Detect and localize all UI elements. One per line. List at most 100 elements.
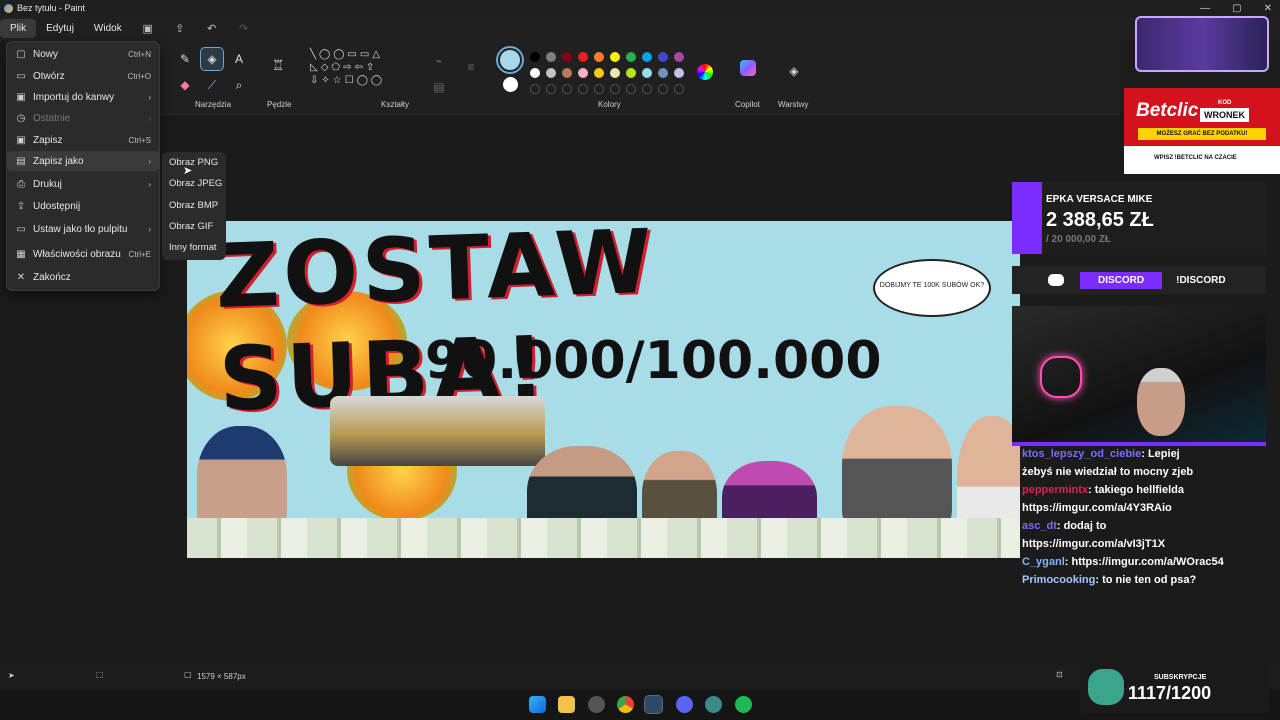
empty-color-slot[interactable] <box>626 84 636 94</box>
file-menu-new[interactable]: ▢ Nowy Ctrl+N <box>7 44 159 64</box>
empty-color-slot[interactable] <box>674 84 684 94</box>
active-color-secondary[interactable] <box>503 77 518 92</box>
pencil-icon[interactable]: ✎ <box>174 48 196 70</box>
drawing-canvas[interactable]: ZOSTAW SUBA! 90.000/100.000 DOBIJMY TE 1… <box>187 221 1020 558</box>
file-menu-save[interactable]: ▣ Zapisz Ctrl+S <box>7 130 159 150</box>
person-image <box>842 406 952 536</box>
discord-icon[interactable] <box>676 696 693 713</box>
empty-color-slot[interactable] <box>530 84 540 94</box>
chevron-right-icon: › <box>148 156 151 166</box>
save-as-bmp[interactable]: Obraz BMP <box>162 195 226 216</box>
file-menu-share[interactable]: ⇪ Udostępnij <box>7 196 159 216</box>
color-swatch[interactable] <box>674 52 684 62</box>
color-swatch[interactable] <box>626 52 636 62</box>
save-as-icon: ▤ <box>16 155 26 167</box>
spotify-icon[interactable] <box>735 696 752 713</box>
file-menu-print[interactable]: ⎙ Drukuj › <box>7 174 159 194</box>
color-swatch[interactable] <box>578 52 588 62</box>
donation-amount: 2 388,65 ZŁ <box>1046 209 1154 231</box>
empty-color-slot[interactable] <box>594 84 604 94</box>
betclic-code: WRONEK <box>1200 108 1249 122</box>
color-swatch[interactable] <box>642 68 652 78</box>
empty-color-slot[interactable] <box>610 84 620 94</box>
shapes-gallery[interactable]: ╲◯◯▭▭△ ◺◇⬠⇨⇦⇧ ⇩✧☆☐◯◯ <box>310 48 412 98</box>
minimize-button[interactable]: — <box>1200 3 1210 14</box>
chat-username: Primocooking <box>1022 574 1096 586</box>
maximize-button[interactable]: ▢ <box>1232 3 1241 14</box>
color-swatch[interactable] <box>642 52 652 62</box>
file-menu-share-label: Udostępnij <box>33 200 81 212</box>
color-picker-icon[interactable]: ⟋ <box>201 74 223 96</box>
color-swatch[interactable] <box>610 68 620 78</box>
file-explorer-icon[interactable] <box>558 696 575 713</box>
brush-icon[interactable]: ♖ <box>267 54 289 76</box>
color-swatch[interactable] <box>610 52 620 62</box>
save-as-jpeg[interactable]: Obraz JPEG <box>162 173 226 194</box>
chat-message: żebyś nie wiedział to mocny zjeb <box>1022 466 1193 478</box>
new-file-icon: ▢ <box>16 48 26 60</box>
file-menu-recent: ◷ Ostatnie › <box>7 108 159 128</box>
file-menu-open-label: Otwórz <box>33 70 65 82</box>
menu-widok[interactable]: Widok <box>84 19 132 38</box>
fill-style-icon[interactable]: ▤ <box>428 76 450 98</box>
fill-icon[interactable]: ◈ <box>200 47 224 71</box>
webcam-feed <box>1012 306 1266 446</box>
empty-color-slot[interactable] <box>578 84 588 94</box>
close-button[interactable]: ✕ <box>1264 3 1272 14</box>
color-swatch[interactable] <box>594 52 604 62</box>
empty-color-slot[interactable] <box>658 84 668 94</box>
color-swatch[interactable] <box>546 68 556 78</box>
chat-message: Primocooking: to nie ten od psa? <box>1022 574 1196 586</box>
steam-icon[interactable] <box>644 695 663 714</box>
save-icon[interactable]: ▣ <box>142 22 154 35</box>
color-swatch[interactable] <box>546 52 556 62</box>
color-wheel-icon[interactable] <box>697 64 713 80</box>
file-menu-open[interactable]: ▭ Otwórz Ctrl+O <box>7 66 159 86</box>
empty-color-slot[interactable] <box>562 84 572 94</box>
chat-text: żebyś nie wiedział to mocny zjeb <box>1022 466 1194 478</box>
magnifier-icon[interactable]: ⌕ <box>228 74 250 96</box>
save-as-gif[interactable]: Obraz GIF <box>162 216 226 237</box>
color-swatch[interactable] <box>674 68 684 78</box>
pointer-icon: ➤ <box>8 671 15 680</box>
start-icon[interactable] <box>529 696 546 713</box>
subs-value: 1117/1200 <box>1128 683 1212 703</box>
file-menu-exit[interactable]: ✕ Zakończ <box>7 267 159 287</box>
file-menu-import[interactable]: ▣ Importuj do kanwy › <box>7 87 159 107</box>
text-icon[interactable]: A <box>228 48 250 70</box>
save-as-other[interactable]: Inny format <box>162 237 226 258</box>
paint-taskbar-icon[interactable] <box>705 696 722 713</box>
file-menu-save-as[interactable]: ▤ Zapisz jako › <box>7 151 159 171</box>
window-titlebar: Bez tytułu - Paint — ▢ ✕ <box>0 0 1280 16</box>
copilot-icon[interactable] <box>740 60 756 76</box>
redo-icon[interactable]: ↷ <box>238 22 250 35</box>
eraser-icon[interactable]: ◆ <box>174 74 196 96</box>
outline-icon[interactable]: ⌁ <box>428 50 450 72</box>
chrome-icon[interactable] <box>617 696 634 713</box>
color-swatch[interactable] <box>530 52 540 62</box>
menu-edytuj[interactable]: Edytuj <box>36 19 84 38</box>
color-swatch[interactable] <box>578 68 588 78</box>
color-swatch[interactable] <box>594 68 604 78</box>
color-swatch[interactable] <box>658 52 668 62</box>
color-swatch[interactable] <box>562 68 572 78</box>
empty-color-slot[interactable] <box>642 84 652 94</box>
share-icon[interactable]: ⇪ <box>174 22 186 35</box>
file-menu-properties[interactable]: ▦ Właściwości obrazu Ctrl+E <box>7 244 159 264</box>
layers-icon[interactable]: ◈ <box>783 60 805 82</box>
settings-icon[interactable] <box>588 696 605 713</box>
active-color-primary[interactable] <box>496 46 524 74</box>
save-as-png[interactable]: Obraz PNG <box>162 152 226 173</box>
import-icon: ▣ <box>16 91 26 103</box>
fit-view-icon[interactable]: ⊡ <box>1056 670 1063 679</box>
undo-icon[interactable]: ↶ <box>206 22 218 35</box>
file-menu-set-wallpaper[interactable]: ▭ Ustaw jako tło pulpitu › <box>7 219 159 239</box>
chat-text: : to nie ten od psa? <box>1095 574 1197 586</box>
shape-size-icon[interactable]: ≡ <box>460 56 482 78</box>
color-swatch[interactable] <box>562 52 572 62</box>
color-swatch[interactable] <box>658 68 668 78</box>
color-swatch[interactable] <box>530 68 540 78</box>
menu-plik[interactable]: Plik <box>0 18 37 38</box>
empty-color-slot[interactable] <box>546 84 556 94</box>
color-swatch[interactable] <box>626 68 636 78</box>
